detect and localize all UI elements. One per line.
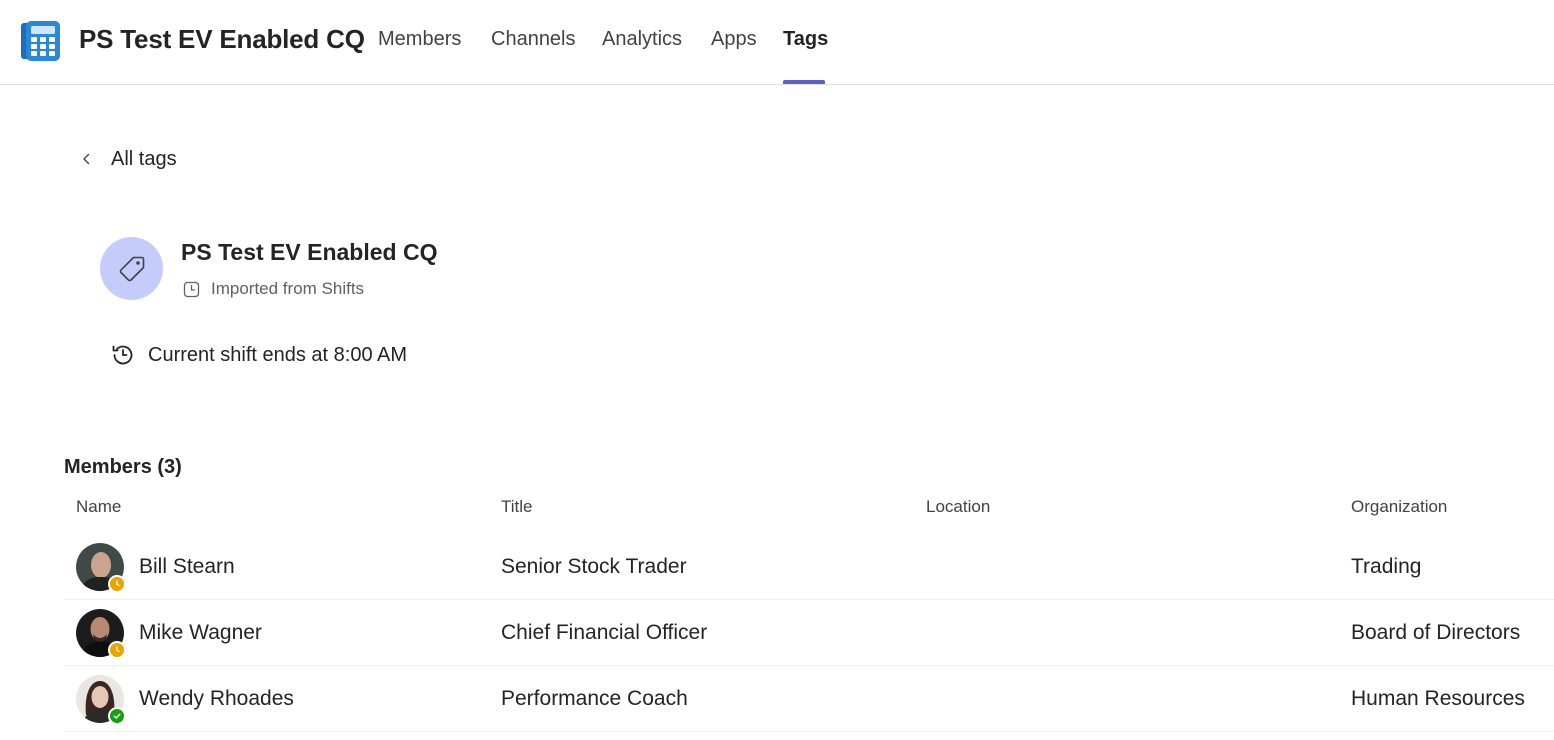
- imported-source-label: Imported from Shifts: [211, 279, 365, 298]
- table-row[interactable]: Mike Wagner Chief Financial Officer Boar…: [64, 600, 1554, 666]
- tab-channels[interactable]: Channels: [491, 28, 576, 51]
- presence-away-icon: [108, 641, 126, 659]
- member-organization: Board of Directors: [1351, 621, 1521, 644]
- column-header-title: Title: [501, 497, 533, 516]
- member-title: Senior Stock Trader: [501, 555, 687, 578]
- tag-avatar: [100, 237, 163, 300]
- tab-apps[interactable]: Apps: [711, 28, 757, 51]
- chevron-left-icon: [83, 153, 90, 165]
- tag-icon: [119, 256, 144, 281]
- member-organization: Trading: [1351, 555, 1422, 578]
- member-title: Performance Coach: [501, 687, 688, 710]
- table-row[interactable]: Wendy Rhoades Performance Coach Human Re…: [64, 666, 1554, 732]
- column-header-organization: Organization: [1351, 497, 1448, 516]
- table-row[interactable]: Bill Stearn Senior Stock Trader Trading: [64, 534, 1554, 600]
- shift-end-text: Current shift ends at 8:00 AM: [148, 343, 408, 366]
- member-name[interactable]: Mike Wagner: [139, 621, 262, 645]
- history-icon: [112, 345, 133, 365]
- top-bar: PS Test EV Enabled CQ Members Channels A…: [0, 0, 1554, 85]
- team-title: PS Test EV Enabled CQ: [79, 24, 365, 54]
- all-tags-back-link[interactable]: All tags: [76, 144, 177, 174]
- member-name[interactable]: Bill Stearn: [139, 555, 235, 579]
- clock-icon: [183, 281, 200, 297]
- all-tags-label: All tags: [111, 147, 177, 170]
- members-heading: Members (3): [64, 456, 182, 478]
- column-header-name: Name: [76, 497, 122, 516]
- calculator-phone-icon: [21, 21, 60, 61]
- shift-info: Current shift ends at 8:00 AM: [110, 342, 407, 368]
- tab-tags[interactable]: Tags: [783, 28, 828, 51]
- tag-name: PS Test EV Enabled CQ: [181, 239, 438, 265]
- member-name[interactable]: Wendy Rhoades: [139, 687, 294, 711]
- active-tab-indicator: [783, 80, 825, 84]
- presence-available-icon: [108, 707, 126, 725]
- tab-analytics[interactable]: Analytics: [602, 28, 682, 51]
- presence-away-icon: [108, 575, 126, 593]
- imported-source: Imported from Shifts: [183, 279, 364, 299]
- tab-members[interactable]: Members: [378, 28, 461, 51]
- member-organization: Human Resources: [1351, 687, 1525, 710]
- member-title: Chief Financial Officer: [501, 621, 708, 644]
- column-header-location: Location: [926, 497, 991, 516]
